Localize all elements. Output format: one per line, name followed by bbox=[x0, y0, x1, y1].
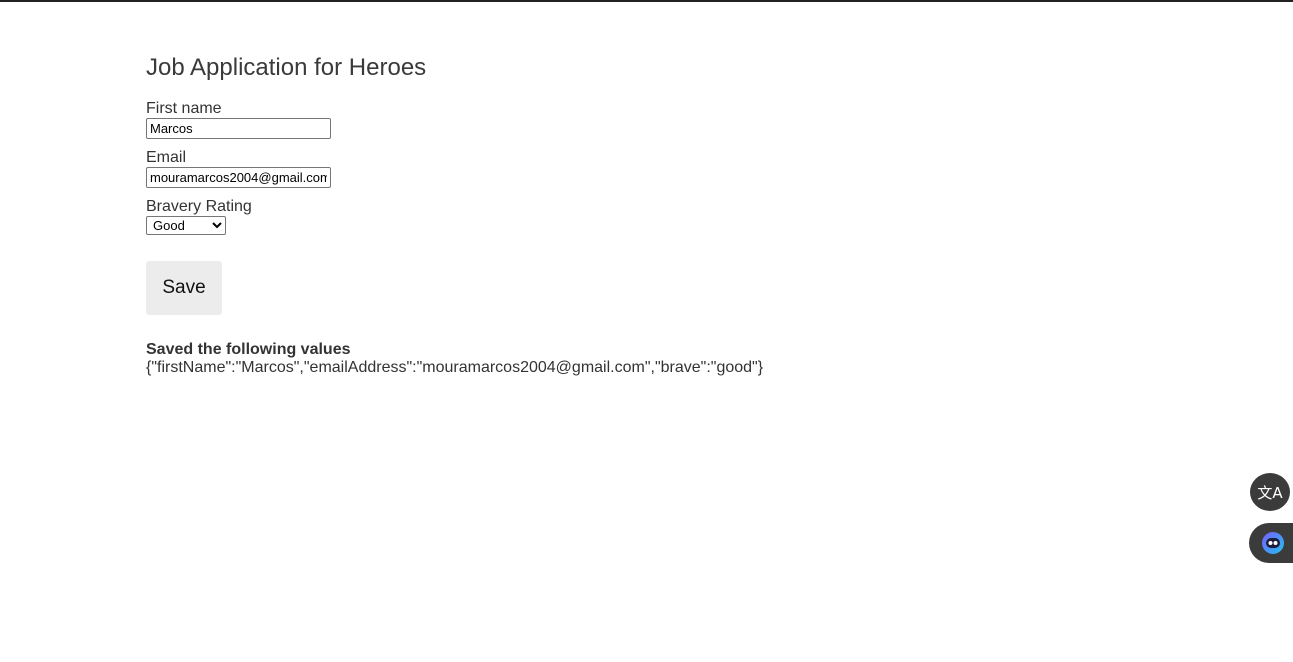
assistant-button[interactable] bbox=[1249, 523, 1293, 563]
bravery-select[interactable]: Good bbox=[146, 216, 226, 235]
top-border bbox=[0, 0, 1293, 2]
first-name-input[interactable] bbox=[146, 118, 331, 139]
translate-icon[interactable]: 文A bbox=[1250, 473, 1290, 511]
assistant-icon bbox=[1262, 532, 1284, 554]
saved-values-heading: Saved the following values bbox=[146, 341, 351, 358]
email-input[interactable] bbox=[146, 167, 331, 188]
saved-values-section: Saved the following values {"firstName":… bbox=[146, 341, 1046, 377]
email-label: Email bbox=[146, 149, 187, 166]
form-container: Job Application for Heroes First name Em… bbox=[146, 52, 1046, 377]
bravery-label: Bravery Rating bbox=[146, 198, 252, 215]
saved-values-json: {"firstName":"Marcos","emailAddress":"mo… bbox=[146, 359, 764, 376]
first-name-group: First name bbox=[146, 100, 1046, 139]
bravery-group: Bravery Rating Good bbox=[146, 198, 1046, 235]
email-group: Email bbox=[146, 149, 1046, 188]
save-button[interactable]: Save bbox=[146, 261, 222, 315]
page-title: Job Application for Heroes bbox=[146, 54, 427, 81]
first-name-label: First name bbox=[146, 100, 222, 117]
translate-glyph: 文A bbox=[1257, 483, 1283, 502]
